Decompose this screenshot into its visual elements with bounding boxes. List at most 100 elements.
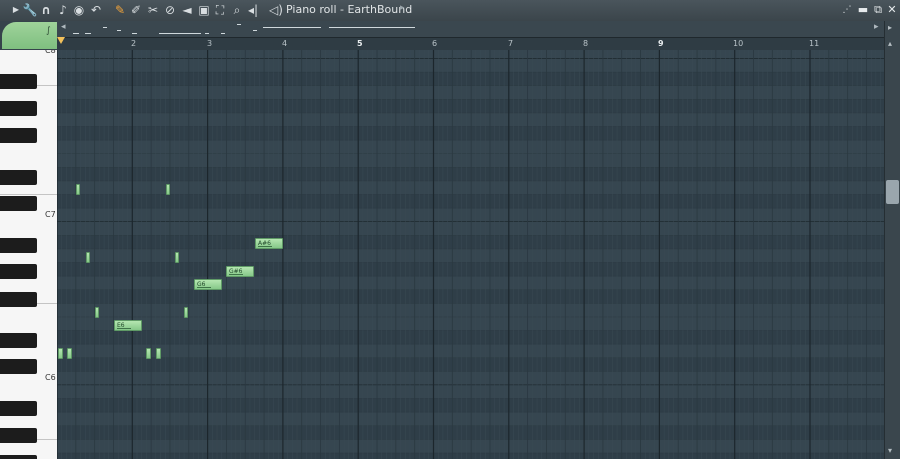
note-icon[interactable]: ♪: [55, 2, 71, 18]
stamp-icon[interactable]: ◉: [71, 2, 87, 18]
curve-icon: ∫: [46, 26, 51, 36]
black-key[interactable]: [0, 101, 37, 116]
note-short[interactable]: [86, 252, 90, 263]
note-short[interactable]: [166, 184, 170, 195]
note-short[interactable]: [95, 307, 99, 318]
grid-row: [57, 330, 884, 345]
speaker-icon[interactable]: ◁): [268, 2, 284, 18]
grid-row: [57, 276, 884, 290]
scroll-down-arrow-icon[interactable]: ▾: [888, 446, 892, 455]
fit-icon[interactable]: ⛶: [212, 2, 228, 18]
grid-row: [57, 317, 884, 331]
bar-number: 10: [733, 39, 744, 48]
grid-row: [57, 167, 884, 182]
note-short[interactable]: [146, 348, 151, 359]
scroll-up-arrow-icon[interactable]: ▴: [888, 39, 892, 48]
black-key[interactable]: [0, 170, 37, 185]
timeline-marker: [132, 33, 137, 34]
playhead-marker[interactable]: [57, 37, 65, 44]
timeline-marker: [103, 27, 107, 28]
note-a-sharp-6[interactable]: A#6: [255, 238, 283, 249]
timeline-marker: [263, 27, 321, 28]
timeline-right-arrow-icon[interactable]: ▸: [874, 22, 879, 32]
bar-number: 3: [207, 39, 213, 48]
timeline-marker: [85, 33, 91, 34]
black-key[interactable]: [0, 128, 37, 143]
black-key[interactable]: [0, 455, 37, 459]
scroll-right-arrow-icon[interactable]: ▸: [888, 23, 892, 32]
brush-icon[interactable]: ✐: [128, 2, 144, 18]
piano-roll-toolbar: ▶ 🔧 ∩ ♪ ◉ ↶ ✎ ✐ ✂ ⊘ ◄ ▣ ⛶ ⌕ ◂| ◁) Piano …: [0, 0, 900, 22]
slice-icon[interactable]: ◄: [179, 2, 195, 18]
detach-icon[interactable]: ⋰: [840, 2, 854, 18]
grid-lines: [57, 50, 884, 459]
timeline-marker: [117, 30, 121, 31]
grid-row: [57, 99, 884, 114]
note-short[interactable]: [67, 348, 72, 359]
minimize-icon[interactable]: ▬: [856, 2, 870, 18]
magnet-icon[interactable]: ∩: [38, 2, 54, 18]
event-timeline[interactable]: ◂ ▸: [57, 21, 900, 37]
black-key[interactable]: [0, 292, 37, 307]
note-grid[interactable]: A#6 G#6 G6 E6: [57, 50, 884, 459]
grid-row: [57, 58, 884, 73]
bar-number: 11: [809, 39, 820, 48]
grid-row: [57, 113, 884, 127]
black-key[interactable]: [0, 333, 37, 348]
grid-row: [57, 303, 884, 318]
note-e-6[interactable]: E6: [114, 320, 142, 331]
grid-row: [57, 194, 884, 209]
grid-row: [57, 72, 884, 86]
grid-row: [57, 344, 884, 358]
timeline-marker: [253, 30, 257, 31]
bar-number: 7: [508, 39, 514, 48]
note-short[interactable]: [175, 252, 179, 263]
grid-row: [57, 222, 884, 236]
grid-row: [57, 208, 884, 222]
window-title: Piano roll - EarthBound: [286, 3, 413, 16]
delete-icon[interactable]: ✂: [145, 2, 161, 18]
timeline-marker: [73, 33, 79, 34]
key-label-c7: C7: [45, 210, 56, 219]
grid-row: [57, 262, 884, 277]
play-sample-icon[interactable]: ◂|: [245, 2, 261, 18]
title-arrow-icon[interactable]: ▸: [400, 3, 405, 13]
grid-row: [57, 398, 884, 413]
timeline-left-arrow-icon[interactable]: ◂: [61, 22, 66, 32]
grid-row: [57, 86, 884, 100]
undo-icon[interactable]: ↶: [88, 2, 104, 18]
mute-icon[interactable]: ⊘: [162, 2, 178, 18]
select-icon[interactable]: ▣: [196, 2, 212, 18]
black-key[interactable]: [0, 359, 37, 374]
grid-row: [57, 385, 884, 399]
black-key[interactable]: [0, 74, 37, 89]
black-key[interactable]: [0, 196, 37, 211]
note-short[interactable]: [76, 184, 80, 195]
black-key[interactable]: [0, 264, 37, 279]
note-short[interactable]: [156, 348, 161, 359]
timeline-marker: [159, 33, 201, 34]
vertical-scrollbar[interactable]: [884, 21, 900, 459]
white-key[interactable]: [0, 304, 57, 332]
black-key[interactable]: [0, 401, 37, 416]
grid-row: [57, 235, 884, 250]
close-icon[interactable]: ✕: [885, 2, 899, 18]
grid-row: [57, 290, 884, 304]
note-short[interactable]: [184, 307, 188, 318]
bar-number: 5: [357, 39, 363, 48]
bar-number: 8: [583, 39, 589, 48]
note-g-6[interactable]: G6: [194, 279, 222, 290]
note-g-sharp-6[interactable]: G#6: [226, 266, 254, 277]
note-short[interactable]: [58, 348, 63, 359]
maximize-icon[interactable]: ⧉: [871, 2, 885, 18]
zoom-icon[interactable]: ⌕: [229, 2, 245, 18]
black-key[interactable]: [0, 428, 37, 443]
wrench-icon[interactable]: 🔧: [22, 2, 38, 18]
piano-keyboard[interactable]: C8 C7 C6: [0, 50, 58, 459]
white-key[interactable]: [0, 140, 57, 168]
black-key[interactable]: [0, 238, 37, 253]
scrollbar-thumb[interactable]: [886, 180, 899, 204]
grid-row: [57, 249, 884, 263]
timeline-marker: [237, 24, 241, 25]
pencil-icon[interactable]: ✎: [112, 2, 128, 18]
